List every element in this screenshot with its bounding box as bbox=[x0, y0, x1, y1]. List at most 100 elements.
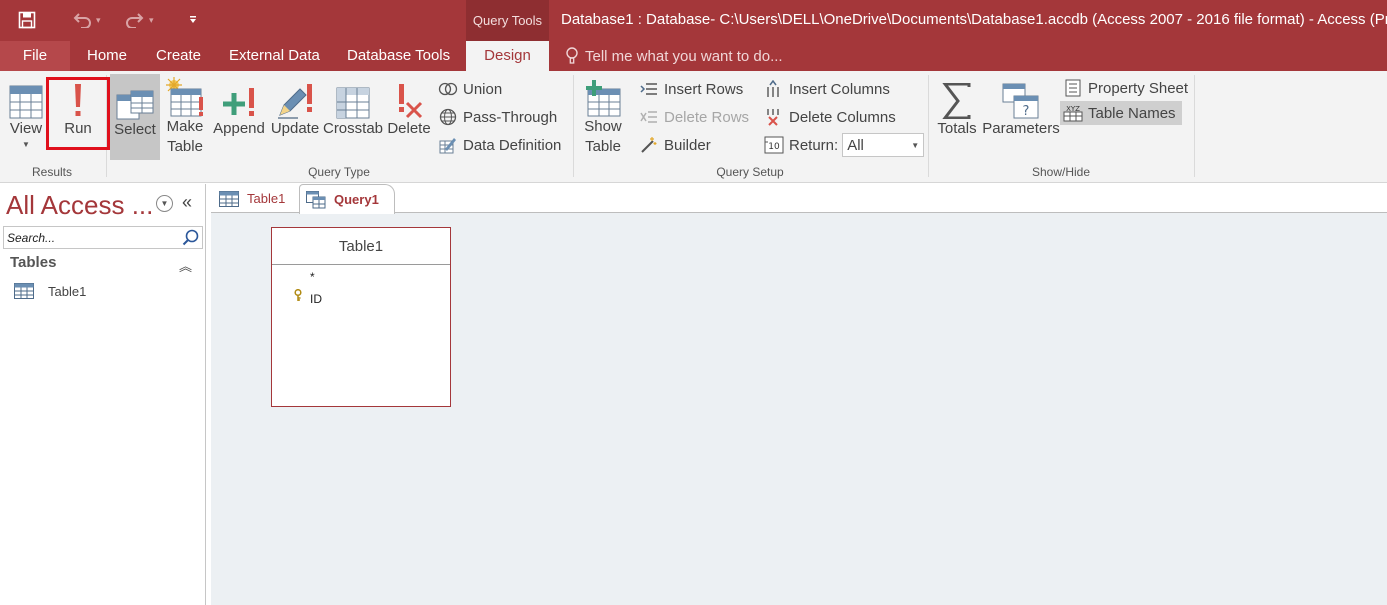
doc-tab-query1[interactable]: Query1 bbox=[299, 184, 395, 214]
query-design-canvas[interactable]: Table1 * ID bbox=[211, 213, 1387, 605]
update-label: Update bbox=[270, 120, 320, 137]
insert-columns-button[interactable]: Insert Columns bbox=[764, 77, 890, 101]
totals-button[interactable]: Totals bbox=[934, 73, 980, 157]
property-sheet-label: Property Sheet bbox=[1088, 79, 1189, 97]
insert-rows-icon bbox=[640, 83, 657, 95]
select-query-icon bbox=[116, 90, 154, 120]
delete-columns-button[interactable]: Delete Columns bbox=[764, 105, 896, 129]
return-label: Return: bbox=[789, 136, 839, 154]
tell-me-box[interactable]: Tell me what you want to do... bbox=[565, 41, 783, 71]
nav-search-input[interactable] bbox=[4, 227, 180, 248]
crosstab-label: Crosstab bbox=[322, 120, 384, 137]
tab-home[interactable]: Home bbox=[87, 41, 127, 71]
select-label: Select bbox=[114, 121, 156, 138]
property-sheet-button[interactable]: Property Sheet bbox=[1063, 76, 1188, 100]
insert-columns-label: Insert Columns bbox=[789, 80, 890, 98]
tab-create[interactable]: Create bbox=[156, 41, 201, 71]
redo-icon[interactable]: ▾ bbox=[125, 6, 154, 34]
field-list-table1[interactable]: Table1 * ID bbox=[271, 227, 451, 407]
parameters-button[interactable]: ? Parameters bbox=[982, 73, 1060, 157]
query-icon bbox=[306, 190, 326, 208]
ribbon: View ▼ Run Results Select Make Table App… bbox=[0, 71, 1387, 183]
group-label-query-type: Query Type bbox=[308, 165, 370, 179]
show-table-button[interactable]: Show Table bbox=[578, 73, 628, 157]
field-all-columns[interactable]: * bbox=[310, 270, 315, 284]
pass-through-button[interactable]: Pass-Through bbox=[438, 105, 557, 129]
undo-icon[interactable]: ▾ bbox=[72, 6, 101, 34]
append-button[interactable]: Append bbox=[210, 73, 268, 157]
insert-columns-icon bbox=[767, 80, 779, 97]
delete-label: Delete bbox=[387, 120, 431, 137]
chevron-up-icon[interactable]: ︽ bbox=[179, 256, 192, 275]
delete-query-button[interactable]: Delete bbox=[384, 73, 434, 157]
document-area: Table1 Query1 Table1 * ID bbox=[211, 184, 1387, 605]
builder-button[interactable]: Builder bbox=[639, 133, 711, 157]
group-label-results: Results bbox=[31, 165, 72, 179]
doc-tab-table1[interactable]: Table1 bbox=[213, 184, 297, 213]
title-bar: ▾ ▾ Query Tools Database1 : Database- C:… bbox=[0, 0, 1387, 41]
return-select[interactable]: All ▼ bbox=[842, 133, 925, 157]
nav-menu-dropdown-icon[interactable]: ▼ bbox=[156, 195, 173, 212]
update-button[interactable]: Update bbox=[268, 73, 322, 157]
sigma-icon bbox=[942, 83, 971, 119]
save-icon[interactable] bbox=[18, 6, 36, 34]
tab-file[interactable]: File bbox=[0, 41, 70, 71]
builder-wand-icon bbox=[641, 137, 657, 153]
nav-item-table1[interactable]: Table1 bbox=[14, 283, 86, 299]
pass-through-label: Pass-Through bbox=[463, 108, 558, 126]
delete-rows-label: Delete Rows bbox=[664, 108, 750, 126]
insert-rows-button[interactable]: Insert Rows bbox=[639, 77, 743, 101]
return-icon: 10 bbox=[764, 136, 784, 154]
make-table-label-2: Table bbox=[167, 138, 203, 155]
field-id[interactable]: ID bbox=[310, 292, 322, 306]
field-list-title[interactable]: Table1 bbox=[272, 228, 450, 265]
search-icon[interactable] bbox=[180, 227, 202, 248]
chevron-down-icon: ▼ bbox=[911, 140, 920, 150]
data-definition-label: Data Definition bbox=[463, 136, 562, 154]
nav-item-label: Table1 bbox=[48, 283, 87, 299]
delete-columns-icon bbox=[767, 109, 779, 126]
view-label: View bbox=[9, 120, 43, 137]
make-table-label-1: Make bbox=[166, 118, 204, 135]
return-control: 10 Return: All ▼ bbox=[764, 133, 925, 157]
select-query-button[interactable]: Select bbox=[110, 74, 160, 160]
parameters-label: Parameters bbox=[982, 120, 1060, 137]
group-separator bbox=[928, 75, 929, 177]
delete-query-icon bbox=[399, 84, 423, 119]
run-button-highlight bbox=[46, 77, 110, 150]
data-definition-icon bbox=[439, 138, 456, 154]
delete-rows-button[interactable]: Delete Rows bbox=[639, 105, 749, 129]
shutter-bar-collapse-icon[interactable]: « bbox=[182, 192, 192, 213]
globe-icon bbox=[439, 108, 457, 126]
datasheet-view-icon bbox=[9, 85, 43, 119]
table-names-button[interactable]: XYZ Table Names bbox=[1060, 101, 1182, 125]
crosstab-button[interactable]: Crosstab bbox=[322, 73, 384, 157]
tab-database-tools[interactable]: Database Tools bbox=[347, 41, 450, 71]
tab-external-data[interactable]: External Data bbox=[229, 41, 320, 71]
table-icon bbox=[219, 190, 239, 207]
union-button[interactable]: Union bbox=[438, 77, 502, 101]
data-definition-button[interactable]: Data Definition bbox=[438, 133, 561, 157]
make-table-icon bbox=[166, 77, 203, 117]
table-names-label: Table Names bbox=[1088, 104, 1176, 122]
navigation-pane: All Access ... ▼ « Tables ︽ Table1 bbox=[0, 184, 206, 605]
return-value: All bbox=[847, 136, 864, 154]
append-icon bbox=[223, 88, 254, 116]
delete-columns-label: Delete Columns bbox=[789, 108, 896, 126]
totals-label: Totals bbox=[937, 120, 977, 137]
key-icon bbox=[294, 289, 302, 301]
svg-text:?: ? bbox=[1023, 104, 1030, 119]
nav-group-tables[interactable]: Tables bbox=[10, 254, 56, 271]
tab-design[interactable]: Design bbox=[466, 41, 549, 71]
table-icon bbox=[14, 283, 34, 299]
view-button[interactable]: View ▼ bbox=[4, 73, 48, 157]
make-table-button[interactable]: Make Table bbox=[162, 73, 208, 157]
nav-pane-title[interactable]: All Access ... bbox=[6, 190, 153, 221]
property-sheet-icon bbox=[1065, 79, 1081, 97]
group-separator bbox=[1194, 75, 1195, 177]
show-table-label-1: Show bbox=[584, 118, 622, 135]
svg-text:10: 10 bbox=[768, 142, 780, 152]
doc-tab-label: Table1 bbox=[247, 191, 286, 206]
insert-rows-label: Insert Rows bbox=[664, 80, 744, 98]
customize-qat-icon[interactable] bbox=[188, 6, 198, 34]
